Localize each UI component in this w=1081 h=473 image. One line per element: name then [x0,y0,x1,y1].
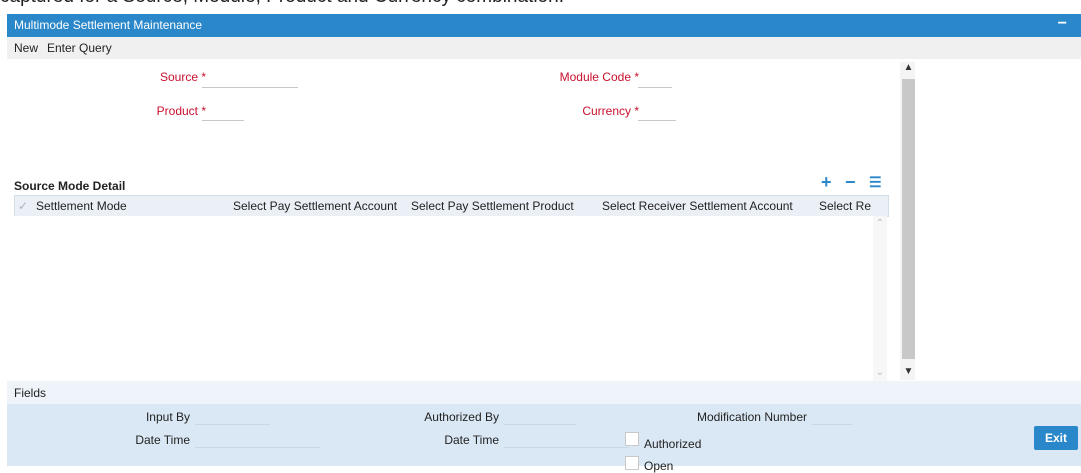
fields-bar[interactable]: Fields [7,381,1081,404]
background-caption: captured for a Source, Module, Product a… [0,0,564,8]
menu-enter-query[interactable]: Enter Query [47,41,112,55]
source-field[interactable] [202,73,298,88]
column-pay-settlement-product[interactable]: Select Pay Settlement Product [411,199,574,213]
exit-button[interactable]: Exit [1034,426,1078,450]
column-settlement-mode[interactable]: Settlement Mode [36,199,127,213]
date-time-label: Date Time [135,433,190,447]
add-row-icon[interactable]: + [821,173,832,191]
audit-footer: Input By Date Time Authorized By Date Ti… [7,404,1081,473]
open-label: Open [644,459,674,473]
scroll-up-icon[interactable]: ▲ [902,62,915,73]
window-title: Multimode Settlement Maintenance [14,18,203,32]
scroll-down-icon[interactable]: ▼ [902,366,915,377]
minimize-icon[interactable]: − [1058,15,1067,33]
grid-scroll-up-icon[interactable]: ⌃ [873,218,887,229]
authorized-by-value [504,410,576,425]
column-select-re[interactable]: Select Re [819,199,871,213]
module-code-field[interactable] [638,73,672,88]
grid-scroll-down-icon[interactable]: ⌄ [873,367,887,378]
product-field[interactable] [202,106,244,121]
column-receiver-settlement-account[interactable]: Select Receiver Settlement Account [602,199,793,213]
menu-new[interactable]: New [14,41,38,55]
column-pay-settlement-account[interactable]: Select Pay Settlement Account [233,199,397,213]
input-by-label: Input By [145,410,190,424]
main-content: Source * Module Code * Product * Currenc… [7,59,1081,381]
date-time-value [195,433,320,448]
section-title-source-mode-detail: Source Mode Detail [14,179,126,193]
grid-body [14,216,887,381]
single-view-icon[interactable]: ☰ [869,173,882,191]
menu-bar: New Enter Query [7,37,1081,60]
grid-vertical-scrollbar[interactable]: ⌃ ⌄ [873,216,887,381]
open-checkbox[interactable] [625,456,639,470]
select-all-check-icon[interactable]: ✓ [18,199,28,213]
module-code-label: Module Code * [559,70,639,84]
delete-row-icon[interactable]: − [845,173,856,191]
currency-label: Currency * [582,104,639,118]
auth-date-time-value [504,433,629,448]
modification-number-value [812,410,852,425]
authorized-label: Authorized [644,437,702,451]
grid-header: ✓ Settlement Mode Select Pay Settlement … [14,195,889,217]
product-label: Product * [156,104,206,118]
scroll-thumb[interactable] [902,79,915,359]
authorized-by-label: Authorized By [424,410,499,424]
auth-date-time-label: Date Time [444,433,499,447]
input-by-value [195,410,270,425]
main-vertical-scrollbar[interactable]: ▲ ▼ [900,62,915,380]
fields-label[interactable]: Fields [14,386,46,400]
authorized-checkbox[interactable] [625,432,639,446]
currency-field[interactable] [638,106,676,121]
source-label: Source * [159,70,206,84]
modification-number-label: Modification Number [696,410,807,424]
window-titlebar: Multimode Settlement Maintenance − [7,14,1081,37]
